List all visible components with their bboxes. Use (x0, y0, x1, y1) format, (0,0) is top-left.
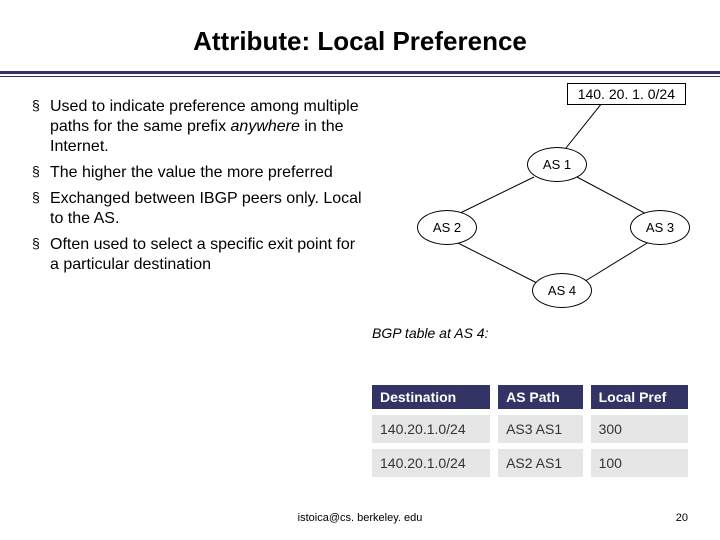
slide-title: Attribute: Local Preference (0, 0, 720, 71)
col-aspath: AS Path (494, 385, 587, 412)
cell-aspath: AS2 AS1 (494, 446, 587, 477)
bullet-text: Often used to select a specific exit poi… (50, 236, 355, 273)
table-header-row: Destination AS Path Local Pref (372, 385, 688, 412)
as2-node: AS 2 (417, 210, 477, 245)
cell-aspath: AS3 AS1 (494, 412, 587, 446)
page-number: 20 (676, 512, 688, 524)
bullet-item: Often used to select a specific exit poi… (32, 235, 362, 275)
divider-thick (0, 71, 720, 74)
as4-node: AS 4 (532, 273, 592, 308)
col-destination: Destination (372, 385, 494, 412)
cell-destination: 140.20.1.0/24 (372, 446, 494, 477)
bullet-list: Used to indicate preference among multip… (32, 97, 362, 275)
bullet-text: Exchanged between IBGP peers only. Local… (50, 190, 362, 227)
table-row: 140.20.1.0/24 AS3 AS1 300 (372, 412, 688, 446)
as3-node: AS 3 (630, 210, 690, 245)
cell-localpref: 100 (587, 446, 688, 477)
cell-destination: 140.20.1.0/24 (372, 412, 494, 446)
cell-localpref: 300 (587, 412, 688, 446)
footer-email: istoica@cs. berkeley. edu (298, 512, 423, 524)
prefix-label: 140. 20. 1. 0/24 (567, 83, 686, 105)
bullet-item: Used to indicate preference among multip… (32, 97, 362, 157)
table-row: 140.20.1.0/24 AS2 AS1 100 (372, 446, 688, 477)
bullet-item: Exchanged between IBGP peers only. Local… (32, 189, 362, 229)
bgp-table: Destination AS Path Local Pref 140.20.1.… (372, 385, 688, 477)
bullet-item: The higher the value the more preferred (32, 163, 362, 183)
col-localpref: Local Pref (587, 385, 688, 412)
bullet-text: The higher the value the more preferred (50, 164, 333, 181)
bullet-em: anywhere (231, 118, 300, 135)
topology-diagram: AS 1 AS 2 AS 3 AS 4 BGP table at AS 4: (372, 105, 702, 345)
as1-node: AS 1 (527, 147, 587, 182)
bgp-table-caption: BGP table at AS 4: (372, 325, 488, 341)
content-area: 140. 20. 1. 0/24 Used to indicate prefer… (0, 77, 720, 275)
